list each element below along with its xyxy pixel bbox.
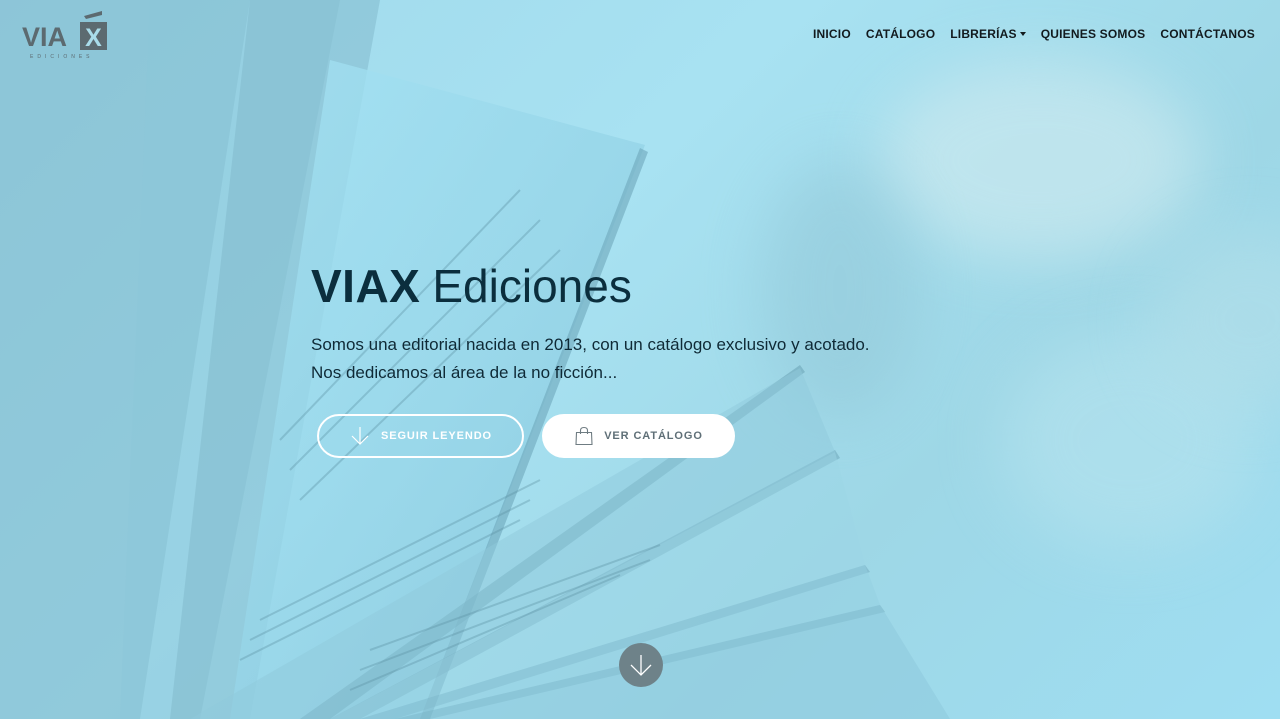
- nav-quienes-somos[interactable]: QUIENES SOMOS: [1041, 27, 1146, 41]
- logo-mark: X: [85, 24, 102, 52]
- nav-contactanos[interactable]: CONTÁCTANOS: [1160, 27, 1255, 41]
- hero-title-brand: VIAX: [311, 260, 421, 312]
- viax-logo[interactable]: VIA X EDICIONES: [22, 8, 110, 60]
- hero-description-line-2: Nos dedicamos al área de la no ficción..…: [311, 363, 618, 382]
- nav-librerias[interactable]: LIBRERÍAS: [950, 27, 1026, 41]
- arrow-down-icon: [630, 655, 652, 676]
- main-nav: INICIO CATÁLOGO LIBRERÍAS QUIENES SOMOS …: [813, 27, 1255, 41]
- arrow-down-icon: [351, 427, 369, 445]
- scroll-down-button[interactable]: [619, 643, 663, 687]
- nav-catalogo[interactable]: CATÁLOGO: [866, 27, 935, 41]
- hero-section: VIA X EDICIONES INICIO CATÁLOGO LIBRERÍA…: [0, 0, 1280, 719]
- nav-inicio[interactable]: INICIO: [813, 27, 851, 41]
- logo-subtitle: EDICIONES: [30, 54, 94, 60]
- nav-librerias-label: LIBRERÍAS: [950, 27, 1017, 41]
- caret-down-icon: [1019, 32, 1026, 36]
- logo-text: VIA: [22, 22, 67, 52]
- hero-title: VIAX Ediciones: [311, 258, 632, 314]
- hero-description-line-1: Somos una editorial nacida en 2013, con …: [311, 335, 870, 354]
- ver-catalogo-button[interactable]: VER CATÁLOGO: [542, 414, 735, 458]
- hero-description: Somos una editorial nacida en 2013, con …: [311, 331, 870, 387]
- seguir-leyendo-button[interactable]: SEGUIR LEYENDO: [317, 414, 524, 458]
- shopping-bag-icon: [575, 426, 593, 446]
- logo-book-icon: [84, 11, 102, 19]
- seguir-leyendo-label: SEGUIR LEYENDO: [380, 430, 492, 442]
- hero-title-rest: Ediciones: [432, 260, 632, 312]
- ver-catalogo-label: VER CATÁLOGO: [604, 430, 703, 442]
